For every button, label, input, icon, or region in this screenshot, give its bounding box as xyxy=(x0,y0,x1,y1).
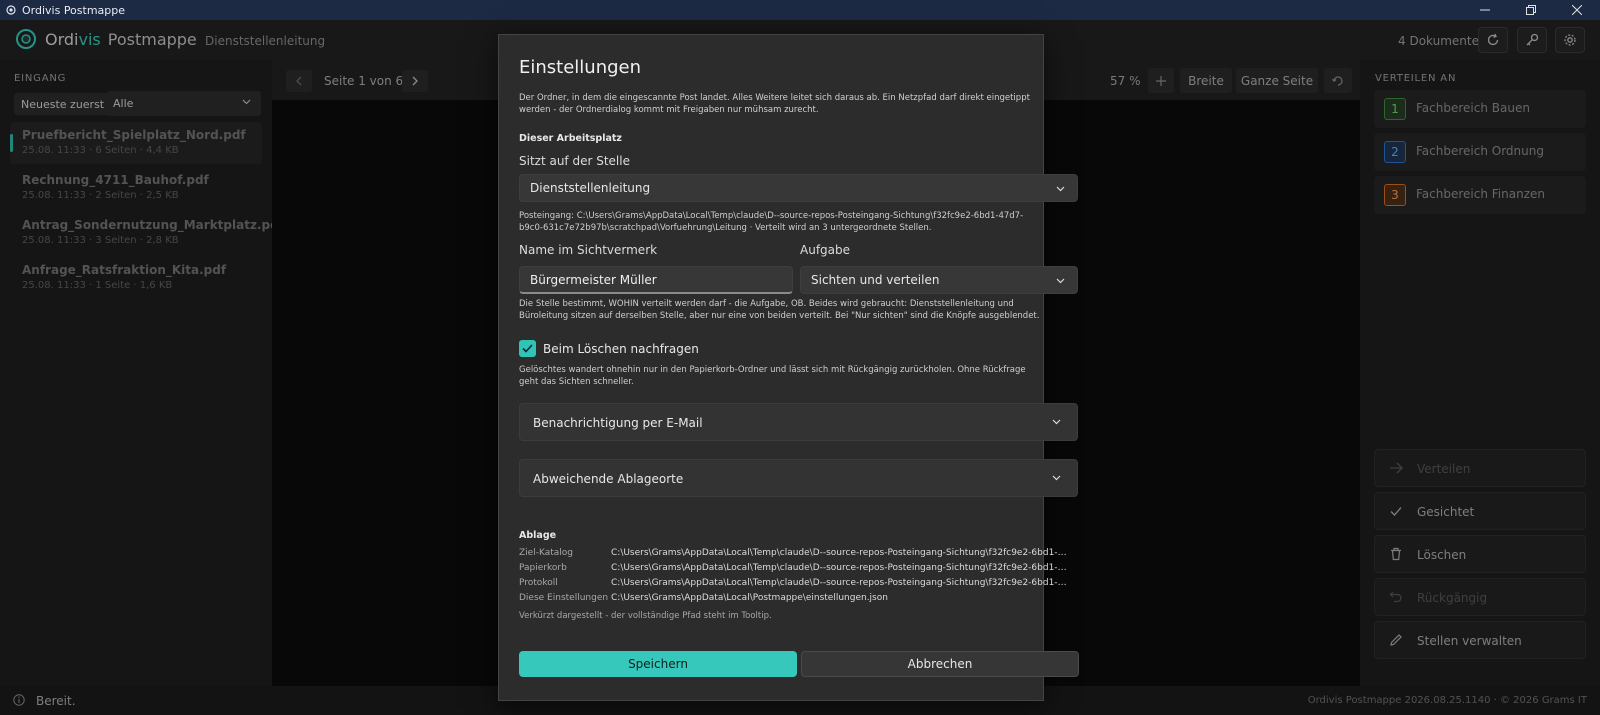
settings-dialog: Einstellungen Der Ordner, in dem die ein… xyxy=(498,34,1079,701)
alt-locations-label: Abweichende Ablageorte xyxy=(533,472,684,486)
storage-key: Protokoll xyxy=(519,578,558,588)
task-select[interactable]: Sichten und verteilen xyxy=(800,266,1078,294)
close-button[interactable] xyxy=(1554,0,1600,20)
email-notification-expander[interactable]: Benachrichtigung per E-Mail xyxy=(519,403,1078,441)
confirm-delete-info: Gelöschtes wandert ohnehin nur in den Pa… xyxy=(519,365,1026,387)
task-label: Aufgabe xyxy=(800,243,851,257)
storage-value: C:\Users\Grams\AppData\Local\Temp\claude… xyxy=(611,548,1071,558)
email-notification-label: Benachrichtigung per E-Mail xyxy=(533,416,703,430)
alt-locations-expander[interactable]: Abweichende Ablageorte xyxy=(519,459,1078,497)
section-workplace: Dieser Arbeitsplatz xyxy=(519,133,622,144)
save-button[interactable]: Speichern xyxy=(519,651,797,677)
storage-value: C:\Users\Grams\AppData\Local\Postmappe\e… xyxy=(611,593,888,603)
storage-note: Verkürzt dargestellt - der vollständige … xyxy=(519,611,772,621)
app-icon xyxy=(6,5,16,15)
storage-key: Diese Einstellungen xyxy=(519,593,609,603)
chevron-down-icon xyxy=(1056,278,1065,284)
inbox-path-info: Posteingang: C:\Users\Grams\AppData\Loca… xyxy=(519,211,1024,233)
chevron-down-icon xyxy=(1052,419,1061,425)
post-select[interactable]: Dienststellenleitung xyxy=(519,174,1078,202)
check-icon xyxy=(522,344,533,353)
restore-button[interactable] xyxy=(1508,0,1554,20)
task-info: Die Stelle bestimmt, WOHIN verteilt werd… xyxy=(519,299,1040,321)
storage-key: Ziel-Katalog xyxy=(519,548,573,558)
chevron-down-icon xyxy=(1056,186,1065,192)
post-label: Sitzt auf der Stelle xyxy=(519,154,630,168)
storage-value: C:\Users\Grams\AppData\Local\Temp\claude… xyxy=(611,578,1071,588)
post-select-value: Dienststellenleitung xyxy=(530,181,651,195)
confirm-delete-checkbox[interactable] xyxy=(519,340,536,357)
chevron-down-icon xyxy=(1052,475,1061,481)
storage-key: Papierkorb xyxy=(519,563,567,573)
section-storage: Ablage xyxy=(519,530,557,541)
name-input[interactable]: Bürgermeister Müller xyxy=(519,266,793,294)
storage-value: C:\Users\Grams\AppData\Local\Temp\claude… xyxy=(611,563,1071,573)
cancel-button[interactable]: Abbrechen xyxy=(801,651,1079,677)
window-title: Ordivis Postmappe xyxy=(22,3,126,17)
minimize-button[interactable] xyxy=(1462,0,1508,20)
dialog-intro: Der Ordner, in dem die eingescannte Post… xyxy=(519,93,1030,115)
dialog-title: Einstellungen xyxy=(519,57,642,78)
task-select-value: Sichten und verteilen xyxy=(811,273,940,287)
window-titlebar: Ordivis Postmappe xyxy=(0,0,1600,20)
confirm-delete-label: Beim Löschen nachfragen xyxy=(543,342,699,356)
name-label: Name im Sichtvermerk xyxy=(519,243,658,257)
